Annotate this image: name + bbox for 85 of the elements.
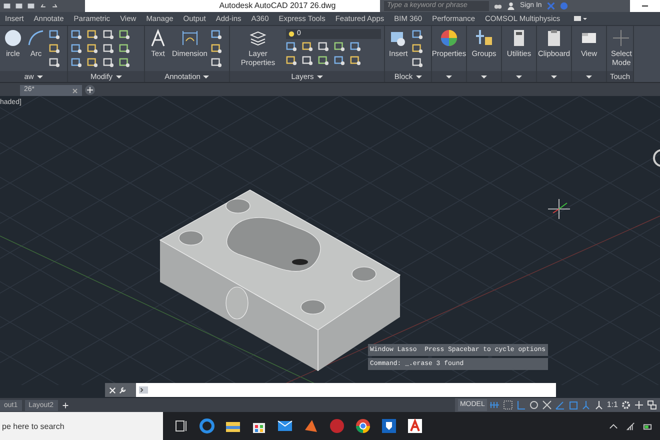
envelope-icon[interactable] (277, 418, 293, 434)
tool-icon[interactable] (103, 43, 114, 54)
prompt-icon[interactable] (139, 386, 148, 394)
taskbar-search-field[interactable]: pe here to search (0, 412, 163, 440)
chevron-up-icon[interactable] (609, 422, 618, 430)
tool-icon[interactable] (103, 29, 114, 40)
task-view-icon[interactable] (173, 418, 189, 434)
bulb-icon (288, 30, 295, 38)
caret-icon[interactable] (446, 74, 452, 80)
layer-stack-icon (249, 29, 267, 47)
hardware-icon[interactable] (647, 400, 657, 410)
tool-icon[interactable] (119, 29, 130, 40)
tool-icon[interactable] (302, 41, 313, 52)
tool-icon[interactable] (49, 57, 60, 68)
caret-icon[interactable] (551, 74, 557, 80)
window-title: Autodesk AutoCAD 2017 26.dwg (218, 0, 337, 12)
polar-icon[interactable] (528, 400, 539, 410)
caret-icon[interactable] (316, 74, 323, 80)
tool-icon[interactable] (412, 29, 423, 40)
caret-icon[interactable] (416, 74, 422, 80)
dimension-icon (180, 29, 199, 47)
tool-icon[interactable] (103, 57, 114, 68)
browser-icon[interactable] (199, 418, 215, 434)
caret-icon[interactable] (203, 74, 210, 80)
tool-icon[interactable] (87, 29, 98, 40)
battery-icon[interactable] (643, 422, 652, 430)
snap-cross-icon[interactable] (542, 400, 552, 410)
snap-icon[interactable] (502, 400, 513, 410)
tool-icon[interactable] (334, 41, 345, 52)
chrome-icon[interactable] (355, 418, 371, 434)
tool-icon[interactable] (286, 41, 297, 52)
tool-icon[interactable] (87, 57, 98, 68)
autocad-icon[interactable] (407, 418, 423, 434)
tool-icon[interactable] (211, 29, 222, 40)
tool-icon[interactable] (318, 41, 329, 52)
letter-icon (149, 29, 167, 47)
tool-icon[interactable] (412, 57, 423, 68)
tool-icon[interactable] (71, 57, 82, 68)
caret-icon[interactable] (516, 74, 522, 80)
tool-icon[interactable] (350, 41, 361, 52)
tool-icon[interactable] (334, 55, 345, 66)
tool-icon[interactable] (350, 55, 361, 66)
ucs-icon (548, 198, 570, 220)
gear-icon[interactable] (621, 400, 631, 410)
tool-icon[interactable] (87, 43, 98, 54)
redo-icon[interactable] (51, 2, 59, 10)
tool-icon[interactable] (71, 29, 82, 40)
tool-icon[interactable] (71, 43, 82, 54)
shield-icon[interactable] (381, 418, 397, 434)
group-icon (474, 29, 493, 47)
plus-icon[interactable] (85, 84, 95, 94)
app-icon[interactable] (329, 418, 345, 434)
plus-icon[interactable] (634, 400, 644, 410)
tool-icon[interactable] (211, 57, 222, 68)
clipboard-icon (545, 29, 563, 47)
user-icon[interactable] (507, 2, 515, 10)
tool-icon[interactable] (302, 55, 313, 66)
tool-icon[interactable] (318, 55, 329, 66)
color-wheel-icon (440, 29, 458, 47)
undo-icon[interactable] (39, 2, 47, 10)
caret-icon[interactable] (116, 74, 122, 80)
cone-icon[interactable] (303, 418, 319, 434)
annotation-visibility-icon[interactable] (594, 400, 604, 410)
workspace-icon[interactable] (573, 14, 588, 22)
crosshair-icon (612, 29, 630, 47)
tool-icon[interactable] (119, 57, 130, 68)
tool-icon[interactable] (119, 43, 130, 54)
scale-label[interactable]: 1:1 (606, 399, 618, 411)
arc-icon (27, 29, 45, 47)
wrench-icon[interactable] (119, 386, 126, 394)
binoculars-icon[interactable] (494, 2, 502, 10)
tool-icon[interactable] (49, 29, 60, 40)
tool-icon[interactable] (211, 43, 222, 54)
caret-icon[interactable] (36, 74, 43, 80)
network-icon[interactable] (626, 422, 635, 430)
block-insert-icon (389, 29, 408, 47)
tool-icon[interactable] (412, 43, 423, 54)
plus-icon[interactable] (60, 400, 70, 410)
viewcube-icon[interactable] (653, 149, 660, 167)
circle-icon (4, 29, 22, 47)
caret-icon[interactable] (481, 74, 487, 80)
tool-icon[interactable] (49, 43, 60, 54)
tool-icon[interactable] (286, 55, 297, 66)
close-icon[interactable] (72, 88, 78, 94)
caret-icon[interactable] (586, 74, 592, 80)
